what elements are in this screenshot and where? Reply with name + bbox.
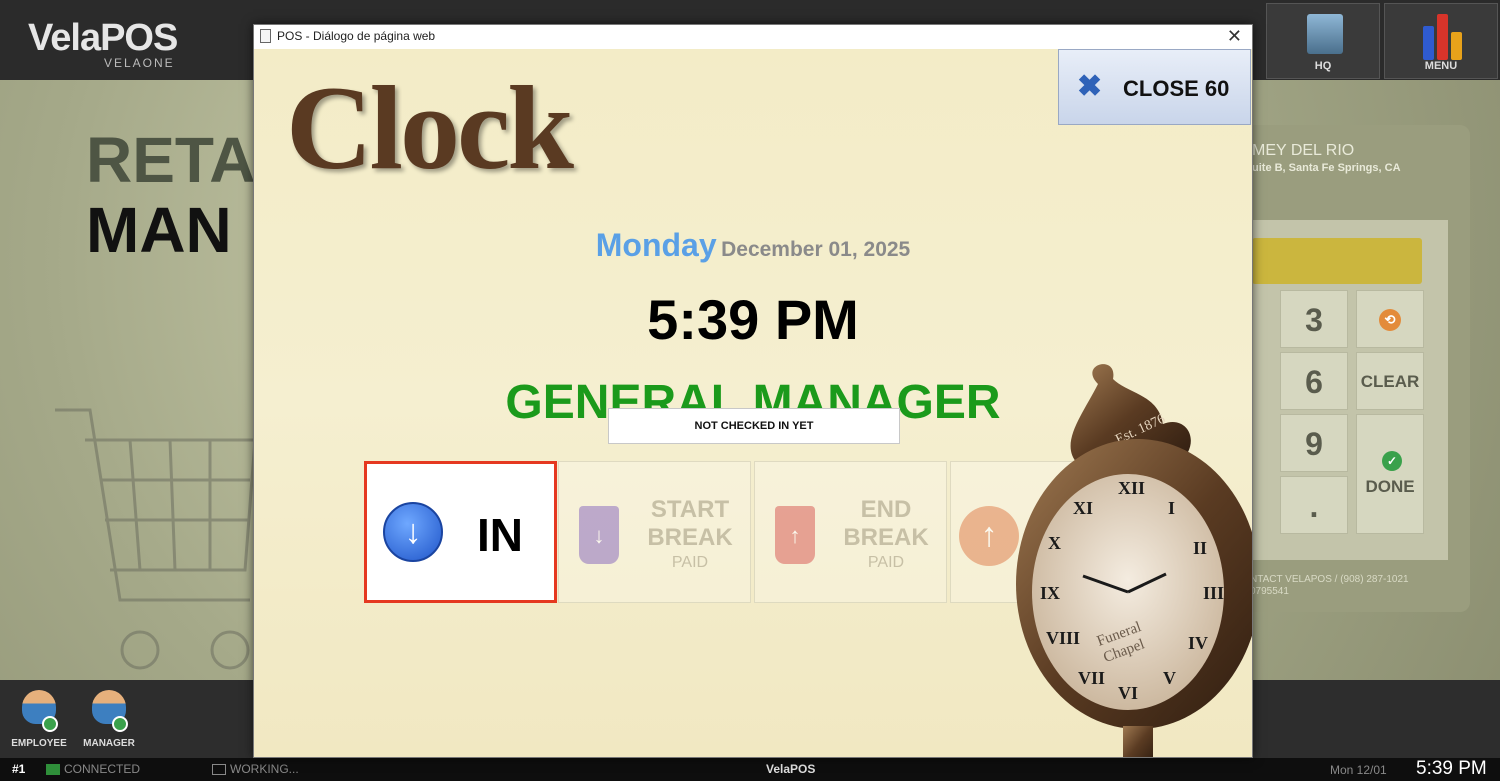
statusbar-brand: VelaPOS bbox=[766, 762, 816, 776]
svg-text:IV: IV bbox=[1188, 633, 1208, 653]
close-x-icon: ✖ bbox=[1077, 70, 1103, 103]
done-key[interactable]: ✓ DONE bbox=[1356, 414, 1424, 534]
check-icon: ✓ bbox=[1382, 451, 1402, 471]
check-badge-icon bbox=[112, 716, 128, 732]
keypad-key-dot[interactable]: . bbox=[1280, 476, 1348, 534]
clock-heading: Clock bbox=[286, 61, 574, 194]
pin-display-field bbox=[1252, 238, 1422, 284]
done-key-label: DONE bbox=[1365, 477, 1415, 496]
clock-out-button[interactable]: ↑ OUT bbox=[950, 461, 1143, 603]
clock-in-button[interactable]: ↓ IN bbox=[364, 461, 557, 603]
start-break-button[interactable]: ↓ START BREAK PAID bbox=[558, 461, 751, 603]
employee-button[interactable]: EMPLOYEE bbox=[4, 688, 74, 754]
start-break-line-2: BREAK bbox=[647, 524, 733, 551]
statusbar-date: Mon 12/01 bbox=[1330, 763, 1387, 777]
contact-info: NTACT VELAPOS / (908) 287-1021 0795541 bbox=[1250, 574, 1409, 598]
working-status: WORKING... bbox=[230, 762, 299, 776]
weekday: Monday bbox=[595, 227, 717, 263]
arrow-down-circle-icon: ↓ bbox=[383, 502, 443, 562]
date-line: Monday December 01, 2025 bbox=[254, 227, 1252, 264]
manager-button[interactable]: MANAGER bbox=[74, 688, 144, 754]
retail-title-line-1: RETAI bbox=[86, 124, 274, 196]
svg-text:III: III bbox=[1203, 583, 1224, 603]
clock-in-label: IN bbox=[477, 509, 523, 561]
manager-button-label: MANAGER bbox=[83, 738, 135, 749]
check-in-status: NOT CHECKED IN YET bbox=[608, 408, 900, 444]
coffee-cup-up-icon: ↑ bbox=[775, 506, 815, 564]
end-break-line-2: BREAK bbox=[843, 524, 929, 551]
current-time: 5:39 PM bbox=[647, 288, 859, 351]
svg-text:VIII: VIII bbox=[1046, 628, 1080, 648]
contact-line-2: 0795541 bbox=[1250, 586, 1289, 597]
keypad-key-9[interactable]: 9 bbox=[1280, 414, 1348, 472]
backspace-key[interactable]: ⟲ bbox=[1356, 290, 1424, 348]
terminal-number: #1 bbox=[12, 762, 26, 776]
connection-status: CONNECTED bbox=[64, 762, 141, 776]
building-icon bbox=[1307, 14, 1343, 54]
contact-line-1: NTACT VELAPOS / (908) 287-1021 bbox=[1250, 574, 1409, 585]
dialog-titlebar[interactable]: POS - Diálogo de página web ✕ bbox=[254, 25, 1252, 49]
network-icon bbox=[46, 764, 60, 775]
logo-subtitle: VELAONE bbox=[104, 56, 175, 70]
clock-face-text-2: Chapel bbox=[1101, 636, 1146, 666]
clear-key[interactable]: CLEAR bbox=[1356, 352, 1424, 410]
arrow-up-circle-icon: ↑ bbox=[959, 506, 1019, 566]
coffee-cup-down-icon: ↓ bbox=[579, 506, 619, 564]
dialog-window-title: POS - Diálogo de página web bbox=[277, 29, 436, 43]
start-break-label: START BREAK PAID bbox=[635, 496, 745, 574]
hq-button[interactable]: HQ bbox=[1266, 3, 1380, 79]
start-break-line-1: START bbox=[650, 496, 730, 523]
end-break-label: END BREAK PAID bbox=[831, 496, 941, 574]
start-break-paid: PAID bbox=[671, 554, 709, 571]
backspace-icon: ⟲ bbox=[1379, 309, 1401, 331]
dialog-close-icon[interactable]: ✕ bbox=[1227, 26, 1242, 46]
close-button-label: CLOSE 60 bbox=[1123, 76, 1230, 101]
shopping-cart-image bbox=[55, 408, 257, 670]
menu-button[interactable]: MENU bbox=[1384, 3, 1498, 79]
keypad-key-3[interactable]: 3 bbox=[1280, 290, 1348, 348]
svg-text:V: V bbox=[1163, 668, 1176, 688]
svg-text:VI: VI bbox=[1118, 683, 1138, 703]
close-countdown-button[interactable]: ✖ CLOSE 60 bbox=[1058, 49, 1251, 125]
store-address: uite B, Santa Fe Springs, CA bbox=[1252, 162, 1401, 174]
end-break-line-1: END bbox=[860, 496, 912, 523]
store-name: MEY DEL RIO bbox=[1252, 142, 1355, 159]
svg-text:I: I bbox=[1168, 498, 1175, 518]
clock-out-label: OUT bbox=[1035, 509, 1133, 561]
hq-button-label: HQ bbox=[1314, 60, 1332, 72]
keypad-key-6[interactable]: 6 bbox=[1280, 352, 1348, 410]
status-bar: #1 CONNECTED WORKING... VelaPOS Mon 12/0… bbox=[0, 758, 1500, 781]
employee-button-label: EMPLOYEE bbox=[11, 738, 67, 749]
dialog-body: Clock ✖ CLOSE 60 Monday December 01, 202… bbox=[254, 49, 1252, 757]
end-break-paid: PAID bbox=[867, 554, 905, 571]
check-badge-icon bbox=[42, 716, 58, 732]
bar-chart-icon bbox=[1423, 14, 1463, 60]
clock-dialog: POS - Diálogo de página web ✕ Clock ✖ CL… bbox=[253, 24, 1253, 758]
clock-face-text-1: Funeral bbox=[1095, 619, 1144, 650]
document-icon bbox=[260, 29, 271, 43]
monitor-icon bbox=[212, 764, 226, 775]
full-date: December 01, 2025 bbox=[721, 238, 911, 261]
velapos-logo: VelaPOS bbox=[28, 17, 178, 59]
menu-button-label: MENU bbox=[1424, 60, 1458, 72]
statusbar-time: 5:39 PM bbox=[1416, 758, 1487, 779]
retail-title-line-2: MAN bbox=[86, 194, 232, 266]
end-break-button[interactable]: ↑ END BREAK PAID bbox=[754, 461, 947, 603]
svg-text:VII: VII bbox=[1078, 668, 1105, 688]
svg-text:II: II bbox=[1193, 538, 1207, 558]
